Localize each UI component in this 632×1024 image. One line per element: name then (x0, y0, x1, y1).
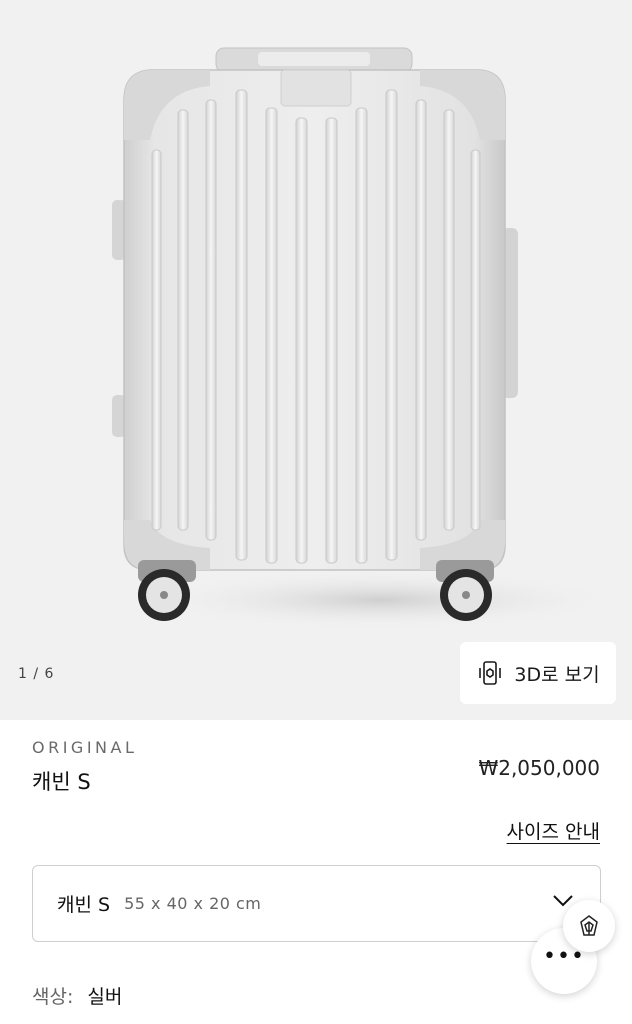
product-price: ₩2,050,000 (478, 756, 600, 780)
brand-logo-icon (580, 915, 598, 936)
3d-phone-icon (479, 661, 502, 685)
color-row: 색상: 실버 (32, 982, 122, 1009)
size-select-dimensions: 55 x 40 x 20 cm (124, 894, 262, 913)
view-3d-label: 3D로 보기 (514, 663, 600, 686)
color-value: 실버 (87, 986, 123, 1008)
view-3d-button[interactable]: 3D로 보기 (460, 642, 616, 704)
brand-assistant-button[interactable] (563, 900, 615, 952)
size-select-name: 캐빈 S (57, 894, 111, 916)
size-guide-link[interactable]: 사이즈 안내 (507, 817, 600, 844)
color-label: 색상: (32, 986, 74, 1008)
product-title: 캐빈 S (32, 770, 91, 794)
collection-name: ORIGINAL (32, 738, 138, 757)
suitcase-image (112, 47, 620, 630)
size-select[interactable]: 캐빈 S 55 x 40 x 20 cm (32, 865, 601, 942)
product-gallery[interactable]: 1 / 6 3D로 보기 (0, 0, 632, 720)
image-counter: 1 / 6 (18, 666, 55, 682)
